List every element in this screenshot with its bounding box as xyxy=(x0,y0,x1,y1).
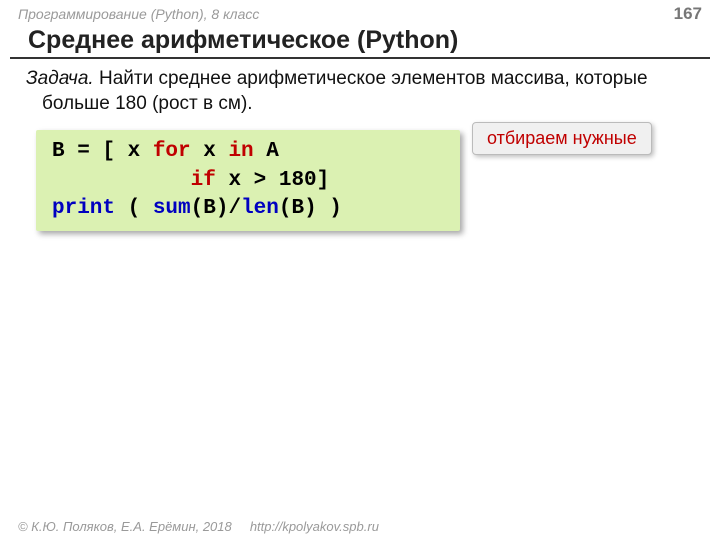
keyword-if: if xyxy=(191,169,216,192)
course-label: Программирование (Python), 8 класс xyxy=(18,6,259,22)
keyword-for: for xyxy=(153,140,191,163)
footer-copyright: © К.Ю. Поляков, Е.А. Ерёмин, 2018 xyxy=(18,519,232,534)
task-text: Задача. Найти среднее арифметическое эле… xyxy=(0,67,720,124)
footer-url: http://kpolyakov.spb.ru xyxy=(250,519,379,534)
fn-sum: sum xyxy=(153,197,191,220)
keyword-in: in xyxy=(228,140,253,163)
fn-print: print xyxy=(52,197,115,220)
header-bar: Программирование (Python), 8 класс 167 xyxy=(0,0,720,24)
task-body: Найти среднее арифметическое элементов м… xyxy=(42,68,648,114)
page-number: 167 xyxy=(674,4,702,24)
slide-title: Среднее арифметическое (Python) xyxy=(10,24,710,59)
fn-len: len xyxy=(241,197,279,220)
task-label: Задача. xyxy=(26,68,94,89)
footer: © К.Ю. Поляков, Е.А. Ерёмин, 2018 http:/… xyxy=(18,519,379,534)
callout-note: отбираем нужные xyxy=(472,122,652,155)
code-block: B = [ x for x in A if x > 180] print ( s… xyxy=(36,130,460,231)
